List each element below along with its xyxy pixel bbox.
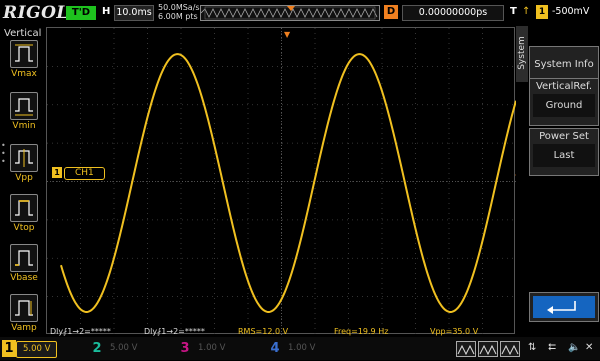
graticule bbox=[47, 28, 516, 335]
measure-vamp-label: Vamp bbox=[11, 323, 37, 333]
measure-vtop[interactable]: Vtop bbox=[8, 194, 42, 238]
softkey-menu: System System Info VerticalRef. Ground P… bbox=[516, 26, 600, 336]
return-arrow-icon bbox=[547, 301, 576, 314]
measure-vbase[interactable]: Vbase bbox=[8, 244, 42, 288]
measurement-sidebar: Vertical Vmax Vmin ••• Vpp Vtop Vbase bbox=[0, 26, 44, 336]
waveform-icon-1[interactable] bbox=[456, 341, 476, 357]
measurement-freq: Freq=19.9 Hz bbox=[334, 327, 389, 336]
measurement-dly1: Dly⨏1→2=***** bbox=[50, 327, 111, 336]
trigger-level-readout[interactable]: -500mV bbox=[552, 6, 589, 17]
memory-waveform-icon bbox=[201, 6, 378, 20]
top-status-bar: RIGOL T'D H 10.0ms 50.0MSa/s 6.00M pts D… bbox=[0, 0, 600, 26]
lan-icon: ⇅ bbox=[528, 342, 537, 353]
memory-depth: 6.00M pts bbox=[158, 12, 198, 21]
ch1-label: CH1 bbox=[64, 167, 105, 180]
vbase-icon bbox=[10, 244, 38, 272]
channel-1-indicator[interactable]: 1 5.00 V bbox=[2, 340, 58, 358]
menu-tab-label: System bbox=[517, 36, 527, 70]
trigger-position-icon: ▼ bbox=[284, 30, 291, 39]
channel-3-indicator[interactable]: 3 1.00 V bbox=[178, 340, 231, 357]
channel-3-number: 3 bbox=[180, 341, 190, 356]
horizontal-label: H bbox=[102, 6, 111, 17]
rising-edge-icon: ↑ bbox=[522, 6, 531, 17]
speaker-icon[interactable]: 🔈 bbox=[568, 342, 580, 353]
measure-vmin-label: Vmin bbox=[12, 121, 36, 131]
channel-4-indicator[interactable]: 4 1.00 V bbox=[268, 340, 321, 357]
back-button-inner bbox=[533, 296, 595, 318]
power-set-button[interactable]: Power Set Last bbox=[529, 128, 599, 176]
measure-vmax[interactable]: Vmax bbox=[8, 40, 42, 84]
system-info-button[interactable]: System Info bbox=[529, 46, 599, 82]
power-set-value: Last bbox=[533, 144, 595, 167]
sample-rate: 50.0MSa/s bbox=[158, 3, 200, 12]
vertical-ref-button[interactable]: VerticalRef. Ground bbox=[529, 78, 599, 126]
vtop-icon bbox=[10, 194, 38, 222]
channel-1-number: 1 bbox=[2, 340, 16, 357]
measurement-rms: RMS=12.0 V bbox=[238, 327, 289, 336]
channel-2-scale: 5.00 V bbox=[110, 343, 138, 353]
vertical-ref-value: Ground bbox=[533, 94, 595, 117]
back-button[interactable] bbox=[529, 292, 599, 322]
measure-vmax-label: Vmax bbox=[11, 69, 37, 79]
channel-2-number: 2 bbox=[92, 341, 102, 356]
acquisition-info: 50.0MSa/s 6.00M pts bbox=[158, 3, 200, 21]
usb-icon: ⮄ bbox=[548, 342, 556, 353]
timebase-readout[interactable]: 10.0ms bbox=[114, 5, 154, 21]
ch1-waveform bbox=[60, 53, 516, 313]
sound-off-icon: ✕ bbox=[585, 342, 594, 353]
measurement-dly2: Dly⨏1→2=***** bbox=[144, 327, 205, 336]
waveform-icon-3[interactable] bbox=[500, 341, 520, 357]
trigger-source-badge: 1 bbox=[536, 5, 548, 19]
measure-vamp[interactable]: Vamp bbox=[8, 294, 42, 338]
waveform-icon-2[interactable] bbox=[478, 341, 498, 357]
channel-3-scale: 1.00 V bbox=[198, 343, 226, 353]
run-status-badge: T'D bbox=[66, 6, 96, 20]
sidebar-title: Vertical bbox=[4, 28, 42, 39]
channel-4-scale: 1.00 V bbox=[288, 343, 316, 353]
trigger-delay-readout[interactable]: 0.00000000ps bbox=[402, 5, 504, 21]
measure-vbase-label: Vbase bbox=[10, 273, 38, 283]
rigol-logo: RIGOL bbox=[3, 3, 69, 23]
delay-label: D bbox=[384, 5, 398, 19]
memory-position-bar[interactable] bbox=[200, 5, 380, 21]
vpp-icon bbox=[10, 144, 38, 172]
channel-bar: 1 5.00 V 2 5.00 V 3 1.00 V 4 1.00 V ⇅ ⮄ 🔈 ✕ bbox=[0, 337, 600, 360]
measure-vpp[interactable]: Vpp bbox=[8, 144, 42, 188]
measurement-vpp: Vpp=35.0 V bbox=[430, 327, 479, 336]
measure-vtop-label: Vtop bbox=[13, 223, 35, 233]
ch1-offset-marker[interactable]: 1 bbox=[52, 167, 62, 178]
menu-tab-system[interactable]: System bbox=[516, 26, 528, 82]
measure-vmin[interactable]: Vmin bbox=[8, 92, 42, 136]
trigger-label: T bbox=[510, 6, 517, 17]
vmax-icon bbox=[10, 40, 38, 68]
scroll-indicator-icon: • • • bbox=[1, 141, 6, 166]
waveform-display[interactable] bbox=[46, 27, 516, 335]
vamp-icon bbox=[10, 294, 38, 322]
vmin-icon bbox=[10, 92, 38, 120]
channel-4-number: 4 bbox=[270, 341, 280, 356]
measure-vpp-label: Vpp bbox=[15, 173, 33, 183]
vertical-ref-header: VerticalRef. bbox=[535, 81, 593, 92]
power-set-header: Power Set bbox=[539, 131, 589, 142]
channel-1-scale: 5.00 V bbox=[16, 341, 58, 358]
channel-2-indicator[interactable]: 2 5.00 V bbox=[90, 340, 143, 357]
